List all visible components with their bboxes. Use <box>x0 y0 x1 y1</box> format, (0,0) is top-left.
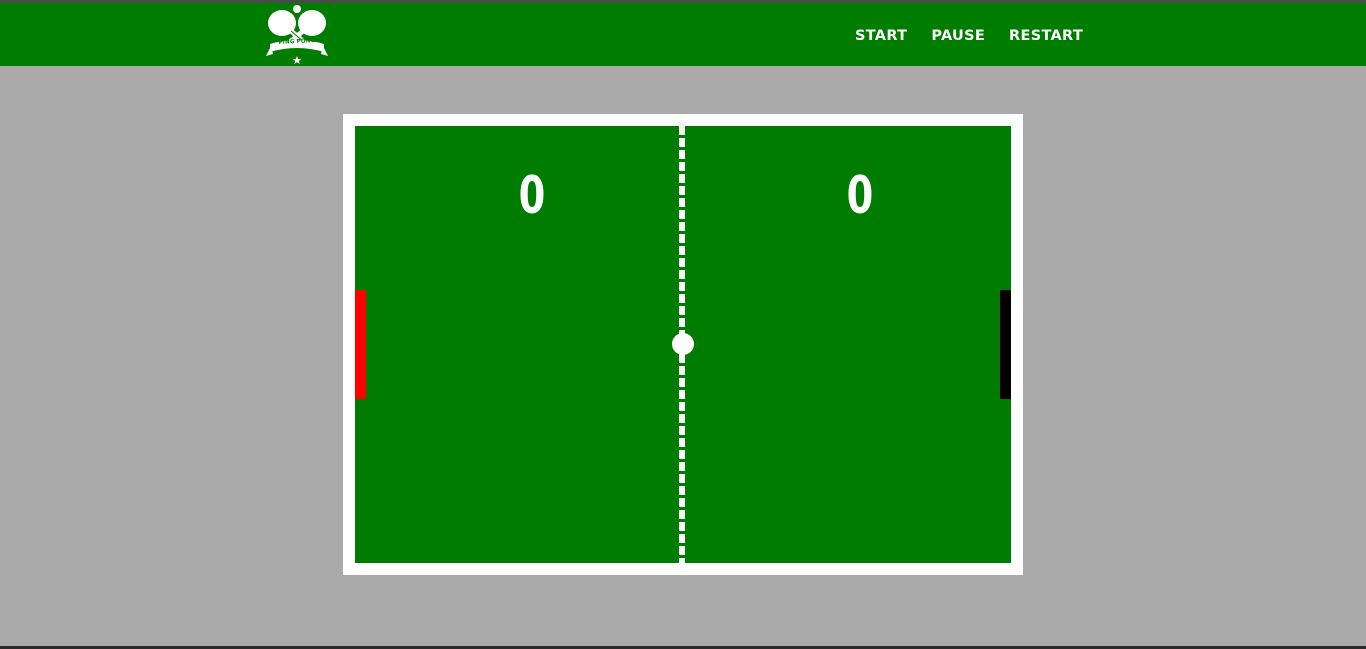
ping-pong-logo[interactable]: PING PONG <box>264 4 330 65</box>
left-player-score: 0 <box>518 166 546 226</box>
game-controls-nav: START PAUSE RESTART <box>855 23 1083 49</box>
restart-button[interactable]: RESTART <box>1009 23 1083 49</box>
ping-pong-paddles-icon <box>266 5 328 64</box>
left-paddle[interactable] <box>355 290 366 399</box>
start-button[interactable]: START <box>855 23 907 49</box>
right-paddle[interactable] <box>1000 290 1011 399</box>
site-header: PING PONG START PAUSE RESTART <box>0 3 1366 66</box>
ball <box>672 333 694 355</box>
game-court[interactable]: 0 0 <box>355 126 1011 563</box>
right-player-score: 0 <box>846 166 874 226</box>
pause-button[interactable]: PAUSE <box>931 23 985 49</box>
